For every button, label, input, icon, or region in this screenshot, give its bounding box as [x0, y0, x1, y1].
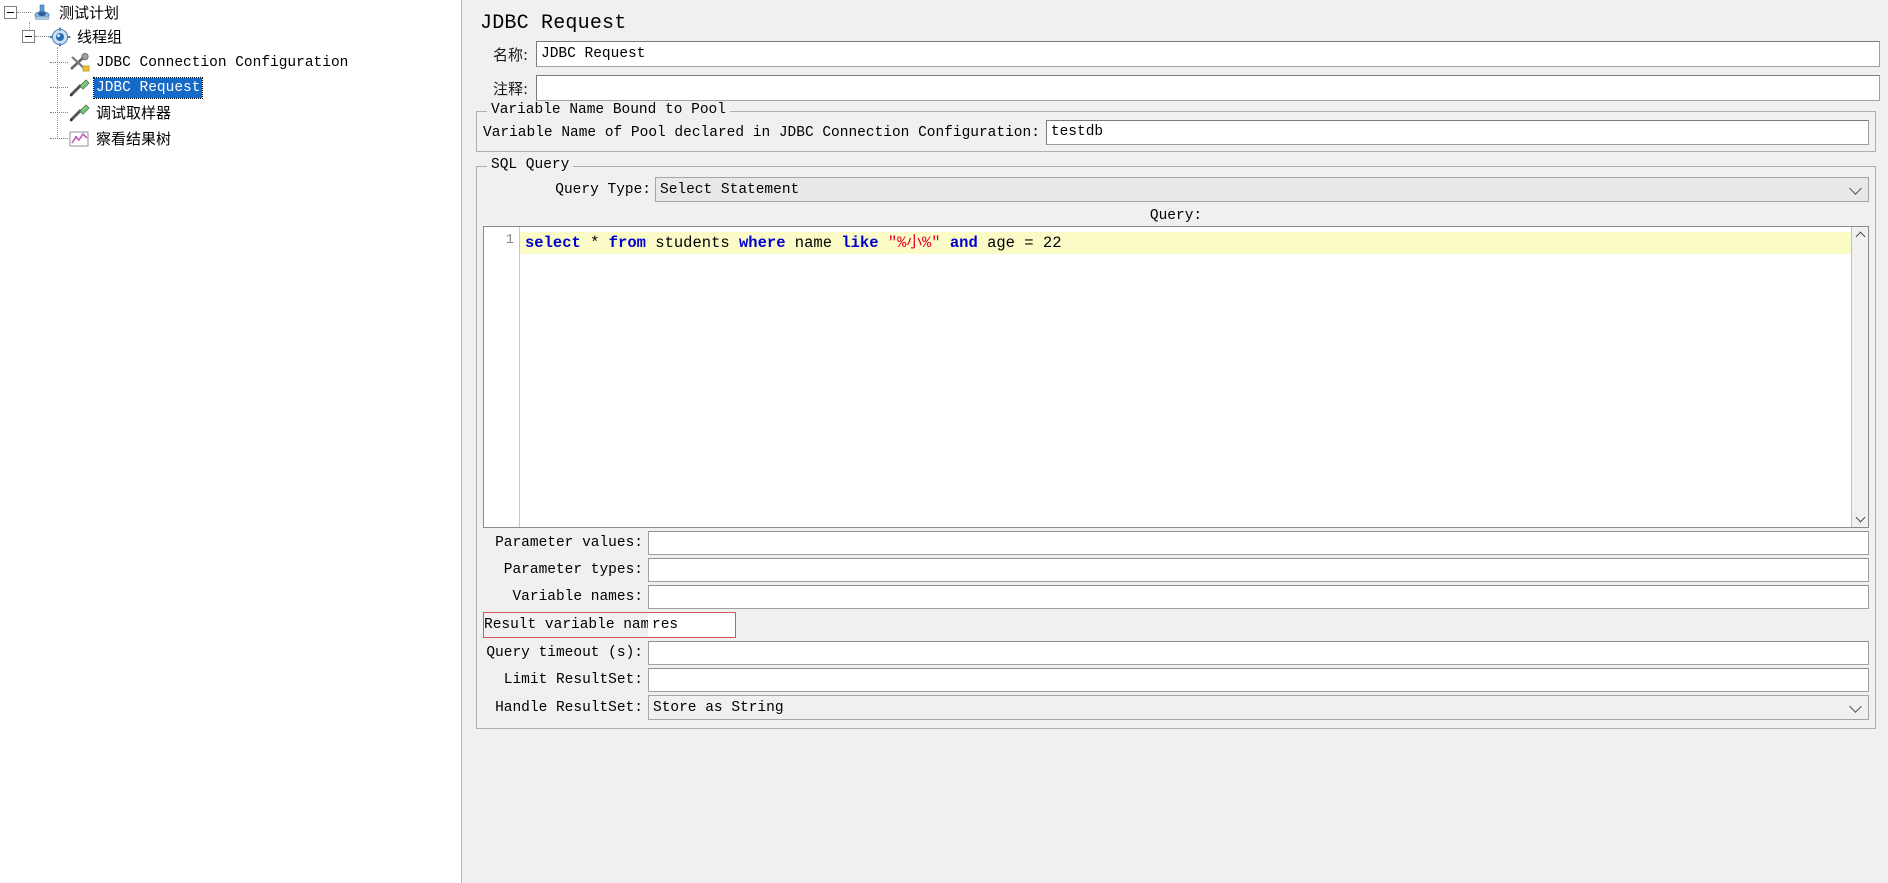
- line-number: 1: [505, 232, 514, 248]
- parameter-label: Variable names:: [512, 589, 643, 605]
- group-title: Variable Name Bound to Pool: [487, 102, 730, 118]
- sql-token: students: [645, 234, 739, 252]
- sql-editor-code-area[interactable]: select * from students where name like "…: [520, 227, 1851, 527]
- sql-editor-scrollbar[interactable]: [1851, 227, 1868, 527]
- comment-label: 注释:: [492, 79, 528, 98]
- jdbc-request-config-panel: JDBC Request 名称: JDBC Request 注释: Variab…: [461, 0, 1888, 883]
- page-title: JDBC Request: [480, 12, 627, 35]
- variable-name-bound-to-pool-group: Variable Name Bound to Pool Variable Nam…: [476, 102, 1876, 152]
- query-type-select[interactable]: Select Statement: [655, 177, 1869, 202]
- tree-dash: [50, 138, 68, 139]
- sampler-icon: [68, 78, 90, 98]
- name-label: 名称:: [492, 45, 528, 64]
- tree-dash: [17, 12, 31, 13]
- parameter-input[interactable]: [648, 585, 1869, 609]
- sampler-icon: [68, 103, 90, 123]
- tree-dash: [50, 87, 68, 88]
- tree-item-label: 调试取样器: [96, 103, 172, 122]
- tree-item-label: 测试计划: [59, 3, 120, 22]
- tree-item-debug-sampler[interactable]: 调试取样器: [50, 100, 173, 125]
- tree-dash: [50, 112, 68, 113]
- parameter-row: Variable names:: [483, 585, 1869, 609]
- handle-resultset-row: Handle ResultSet: Store as String: [483, 695, 1869, 720]
- tree-item-test-plan[interactable]: 测试计划: [4, 0, 121, 25]
- test-plan-icon: [31, 3, 53, 23]
- parameter-row: Parameter values:: [483, 531, 1869, 555]
- parameter-row: Result variable name: res: [483, 612, 1869, 638]
- query-type-label: Query Type:: [555, 181, 651, 198]
- parameter-input[interactable]: [648, 668, 1869, 692]
- handle-resultset-select[interactable]: Store as String: [648, 695, 1869, 720]
- sql-token: and: [949, 234, 978, 252]
- config-element-icon: [68, 52, 90, 73]
- pool-row: Variable Name of Pool declared in JDBC C…: [483, 120, 1869, 145]
- parameter-label: Query timeout (s):: [486, 645, 643, 661]
- name-input[interactable]: JDBC Request: [536, 41, 1880, 67]
- comment-input[interactable]: [536, 75, 1880, 101]
- test-plan-tree[interactable]: 测试计划 线程组 JDBC Connection Configuration J…: [0, 0, 461, 883]
- tree-item-label: 察看结果树: [96, 129, 172, 148]
- parameter-row-spacer: [736, 613, 1869, 637]
- parameter-row: Parameter types:: [483, 558, 1869, 582]
- comment-field-row: 注释:: [472, 75, 1880, 101]
- parameter-rows: Parameter values: Parameter types: Variabl…: [483, 531, 1869, 692]
- sql-token: name: [785, 234, 842, 252]
- sql-token: where: [738, 234, 786, 252]
- pool-label: Variable Name of Pool declared in JDBC C…: [483, 124, 1040, 141]
- sql-token: age: [977, 234, 1025, 252]
- listener-icon: [68, 129, 90, 149]
- tree-item-jdbc-connection-configuration[interactable]: JDBC Connection Configuration: [50, 50, 350, 75]
- parameter-label: Limit ResultSet:: [503, 672, 643, 688]
- scroll-up-icon[interactable]: [1852, 227, 1868, 243]
- sql-editor[interactable]: 1 select * from students where name like…: [483, 226, 1869, 528]
- sql-code-line[interactable]: select * from students where name like "…: [520, 232, 1851, 254]
- sql-token: from: [608, 234, 646, 252]
- thread-group-icon: [49, 27, 71, 47]
- expand-collapse-icon[interactable]: [22, 30, 35, 43]
- parameter-label: Parameter values:: [495, 535, 643, 551]
- tree-item-label: JDBC Request: [92, 76, 204, 99]
- tree-item-jdbc-request[interactable]: JDBC Request: [50, 75, 204, 100]
- parameter-row: Limit ResultSet:: [483, 668, 1869, 692]
- sql-token: "%小%": [887, 234, 941, 252]
- tree-dash: [35, 36, 49, 37]
- query-type-value: Select Statement: [660, 181, 800, 198]
- parameter-label: Parameter types:: [503, 562, 643, 578]
- parameter-input[interactable]: [648, 531, 1869, 555]
- parameter-input[interactable]: [648, 641, 1869, 665]
- tree-item-thread-group[interactable]: 线程组: [22, 24, 124, 49]
- query-type-row: Query Type: Select Statement: [483, 177, 1869, 202]
- group-title: SQL Query: [487, 157, 574, 173]
- scroll-down-icon[interactable]: [1852, 511, 1868, 527]
- query-caption: Query:: [1149, 208, 1203, 224]
- sql-token: select: [525, 234, 581, 252]
- jmeter-window: 测试计划 线程组 JDBC Connection Configuration J…: [0, 0, 1888, 883]
- tree-item-view-results-tree[interactable]: 察看结果树: [50, 126, 173, 151]
- parameter-label: Result variable name:: [483, 612, 667, 638]
- parameter-input[interactable]: [648, 558, 1869, 582]
- chevron-down-icon: [1849, 181, 1862, 195]
- parameter-input[interactable]: res: [648, 612, 736, 638]
- sql-token: 22: [1033, 234, 1062, 252]
- tree-dash: [50, 62, 68, 63]
- handle-resultset-value: Store as String: [653, 699, 784, 716]
- handle-resultset-label: Handle ResultSet:: [495, 699, 643, 716]
- chevron-down-icon: [1849, 699, 1862, 713]
- tree-item-label: JDBC Connection Configuration: [96, 54, 349, 71]
- expand-collapse-icon[interactable]: [4, 6, 17, 19]
- pool-variable-input[interactable]: testdb: [1045, 120, 1869, 145]
- name-field-row: 名称: JDBC Request: [472, 41, 1880, 67]
- tree-item-label: 线程组: [77, 27, 123, 46]
- sql-editor-gutter: 1: [484, 227, 520, 527]
- parameter-row: Query timeout (s):: [483, 641, 1869, 665]
- sql-query-group: SQL Query Query Type: Select Statement Q…: [476, 157, 1876, 729]
- sql-token: =: [1024, 234, 1034, 252]
- sql-token: like: [841, 234, 879, 252]
